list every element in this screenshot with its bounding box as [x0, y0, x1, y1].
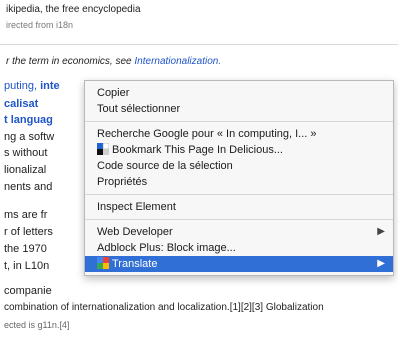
hatnote: r the term in economics, see Internation… — [6, 56, 221, 67]
menu-separator — [85, 121, 393, 122]
article-line: t, in L10n — [4, 260, 50, 272]
article-line: r of letters — [4, 226, 53, 238]
submenu-arrow-icon: ▶ — [377, 258, 385, 269]
hatnote-text: r the term in economics, see — [6, 56, 135, 67]
menu-item-google-search[interactable]: Recherche Google pour « In computing, I.… — [85, 126, 393, 142]
menu-item-label: Web Developer — [97, 226, 173, 238]
article-line: the 1970 — [4, 243, 47, 255]
menu-separator — [85, 194, 393, 195]
menu-item-label: Bookmark This Page In Delicious... — [112, 144, 283, 156]
article-line: ms are fr — [4, 209, 48, 221]
article-line-bottom2: ected is g11n.[4] — [4, 320, 70, 330]
menu-item-web-developer[interactable]: Web Developer ▶ — [85, 224, 393, 240]
intro-line: puting, inte — [4, 80, 60, 92]
article-line: ng a softw — [4, 131, 55, 143]
article-line: s without — [4, 147, 48, 159]
site-subtitle: ikipedia, the free encyclopedia — [6, 4, 141, 15]
menu-item-adblock-block-image[interactable]: Adblock Plus: Block image... — [85, 240, 393, 256]
menu-separator — [85, 219, 393, 220]
article-line: t languag — [4, 114, 53, 126]
menu-item-properties[interactable]: Propriétés — [85, 174, 393, 190]
article-line: lionalizal — [4, 164, 47, 176]
delicious-icon — [97, 142, 110, 155]
hatnote-link[interactable]: Internationalization. — [134, 56, 221, 67]
menu-item-view-source[interactable]: Code source de la sélection — [85, 158, 393, 174]
article-line-bottom: combination of internationalization and … — [4, 302, 324, 313]
menu-item-inspect-element[interactable]: Inspect Element — [85, 199, 393, 215]
context-menu: Copier Tout sélectionner Recherche Googl… — [84, 80, 394, 276]
intro-bold-term: inte — [40, 80, 60, 92]
divider — [0, 44, 398, 45]
menu-item-copy[interactable]: Copier — [85, 85, 393, 101]
article-line: nents and — [4, 181, 53, 193]
article-line: companie — [4, 285, 52, 297]
submenu-arrow-icon: ▶ — [377, 226, 385, 237]
article-line: calisat — [4, 98, 39, 110]
menu-item-translate[interactable]: Translate ▶ — [85, 256, 393, 272]
menu-item-label: Translate — [112, 258, 158, 270]
menu-item-select-all[interactable]: Tout sélectionner — [85, 101, 393, 117]
google-translate-icon — [97, 257, 109, 269]
menu-item-label: Recherche Google pour « In computing, I.… — [97, 128, 317, 140]
menu-item-bookmark-delicious[interactable]: Bookmark This Page In Delicious... — [85, 142, 393, 158]
redirect-note: irected from i18n — [6, 20, 74, 30]
intro-link[interactable]: puting, — [4, 80, 40, 92]
